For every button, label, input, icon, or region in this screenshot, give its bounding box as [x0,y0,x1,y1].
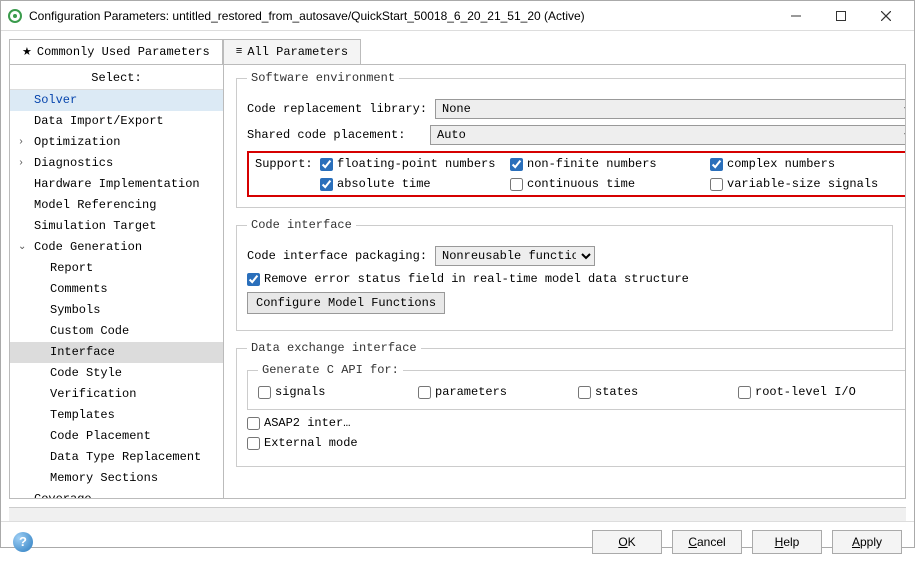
tabs-row: ★ Commonly Used Parameters ≡ All Paramet… [1,31,914,64]
checkbox-external-mode[interactable] [247,437,260,450]
packaging-label: Code interface packaging: [247,249,427,263]
checkbox-root-io[interactable] [738,386,751,399]
asap2-interface[interactable]: ASAP2 inter… [247,416,350,430]
checkbox-floating-point[interactable] [320,158,333,171]
software-env-group: Software environment Code replacement li… [236,71,906,208]
footer: ? OK Cancel Help Apply [1,521,914,561]
support-box: Support: floating-point numbers non-fini… [247,151,906,197]
checkbox-signals[interactable] [258,386,271,399]
gen-c-api-group: Generate C API for: signals parameters s… [247,363,906,410]
cancel-button[interactable]: Cancel [672,530,742,554]
apply-button[interactable]: Apply [832,530,902,554]
configure-model-functions-button[interactable]: Configure Model Functions [247,292,445,314]
nav-model-ref[interactable]: Model Referencing [10,195,223,216]
nav-custom-code[interactable]: Custom Code [10,321,223,342]
support-variable-size[interactable]: variable-size signals [710,177,906,191]
support-non-finite[interactable]: non-finite numbers [510,157,710,171]
chevron-right-icon: › [18,134,24,151]
external-mode[interactable]: External mode [247,436,358,450]
window-title: Configuration Parameters: untitled_resto… [29,9,773,23]
chevron-down-icon: ⌄ [18,491,26,499]
checkbox-variable-size[interactable] [710,178,723,191]
shared-code-label: Shared code placement: [247,128,422,142]
data-exchange-legend: Data exchange interface [247,341,421,355]
tab-all-label: All Parameters [247,45,348,59]
help-button[interactable]: Help [752,530,822,554]
code-interface-legend: Code interface [247,218,356,232]
sidebar: Select: Solver Data Import/Export ›Optim… [9,64,224,499]
data-exchange-group: Data exchange interface Generate C API f… [236,341,906,467]
tab-all[interactable]: ≡ All Parameters [223,39,361,64]
star-icon: ★ [22,45,32,59]
nav-solver[interactable]: Solver [10,90,223,111]
nav-memory-sections[interactable]: Memory Sections [10,468,223,489]
software-env-legend: Software environment [247,71,399,85]
tab-common-label: Commonly Used Parameters [37,45,210,59]
nav-diagnostics[interactable]: ›Diagnostics [10,153,223,174]
nav-data-io[interactable]: Data Import/Export [10,111,223,132]
code-interface-group: Code interface Code interface packaging:… [236,218,893,331]
support-absolute-time[interactable]: absolute time [320,177,510,191]
checkbox-continuous-time[interactable] [510,178,523,191]
capi-root-io[interactable]: root-level I/O [738,385,898,399]
nav-report[interactable]: Report [10,258,223,279]
help-icon[interactable]: ? [13,532,33,552]
nav-symbols[interactable]: Symbols [10,300,223,321]
nav-interface[interactable]: Interface [10,342,223,363]
capi-states[interactable]: states [578,385,738,399]
code-repl-select[interactable]: None [435,99,906,119]
shared-code-select[interactable]: Auto [430,125,906,145]
checkbox-asap2[interactable] [247,417,260,430]
maximize-button[interactable] [818,2,863,30]
nav-comments[interactable]: Comments [10,279,223,300]
nav-optimization[interactable]: ›Optimization [10,132,223,153]
sidebar-header: Select: [10,67,223,90]
checkbox-parameters[interactable] [418,386,431,399]
nav-sim-target[interactable]: Simulation Target [10,216,223,237]
nav-code-style[interactable]: Code Style [10,363,223,384]
support-complex[interactable]: complex numbers [710,157,906,171]
nav-templates[interactable]: Templates [10,405,223,426]
capi-signals[interactable]: signals [258,385,418,399]
nav-hardware[interactable]: Hardware Implementation [10,174,223,195]
app-icon [7,8,23,24]
minimize-button[interactable] [773,2,818,30]
horizontal-scrollbar[interactable] [9,507,906,521]
checkbox-non-finite[interactable] [510,158,523,171]
support-label: Support: [255,157,320,171]
checkbox-states[interactable] [578,386,591,399]
close-button[interactable] [863,2,908,30]
checkbox-absolute-time[interactable] [320,178,333,191]
window-controls [773,2,908,30]
nav-code-gen[interactable]: ⌄Code Generation [10,237,223,258]
nav-coverage[interactable]: ⌄Coverage [10,489,223,499]
checkbox-complex[interactable] [710,158,723,171]
code-repl-label: Code replacement library: [247,102,427,116]
list-icon: ≡ [236,46,243,58]
support-continuous-time[interactable]: continuous time [510,177,710,191]
nav-verification[interactable]: Verification [10,384,223,405]
tab-common[interactable]: ★ Commonly Used Parameters [9,39,223,64]
ok-button[interactable]: OK [592,530,662,554]
nav-code-placement[interactable]: Code Placement [10,426,223,447]
remove-error-field[interactable]: Remove error status field in real-time m… [247,272,689,286]
titlebar: Configuration Parameters: untitled_resto… [1,1,914,31]
content-pane: Software environment Code replacement li… [224,64,906,499]
gen-c-api-legend: Generate C API for: [258,363,403,377]
nav-data-type-repl[interactable]: Data Type Replacement [10,447,223,468]
capi-parameters[interactable]: parameters [418,385,578,399]
main-area: Select: Solver Data Import/Export ›Optim… [1,64,914,507]
chevron-right-icon: › [18,155,24,172]
packaging-select[interactable]: Nonreusable function [435,246,595,266]
nav-tree: Solver Data Import/Export ›Optimization … [10,90,223,499]
support-floating-point[interactable]: floating-point numbers [320,157,510,171]
checkbox-remove-error[interactable] [247,273,260,286]
chevron-down-icon: ⌄ [18,239,26,256]
